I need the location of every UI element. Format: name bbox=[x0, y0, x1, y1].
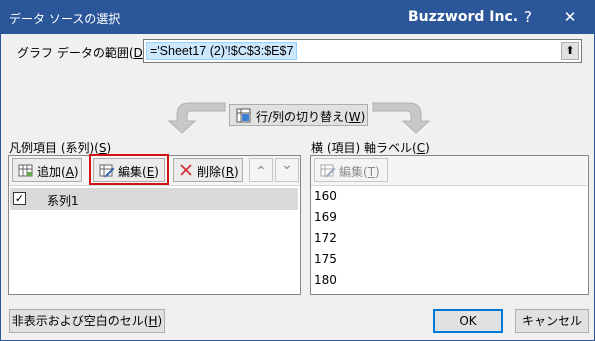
hidden-cells-label-key: H bbox=[148, 314, 158, 328]
edit-axis-labels-label: 編集(T) bbox=[339, 163, 380, 180]
move-down-button[interactable]: ⌄ bbox=[275, 158, 299, 182]
category-item[interactable]: 180 bbox=[314, 273, 337, 287]
curved-arrow-left-icon bbox=[167, 102, 226, 134]
delete-label-suffix: ) bbox=[234, 165, 239, 179]
delete-label-text: 削除( bbox=[197, 165, 226, 179]
category-item[interactable]: 172 bbox=[314, 231, 337, 245]
edit-series-button[interactable]: 編集(E) bbox=[93, 158, 165, 182]
delete-series-button[interactable]: 削除(R) bbox=[173, 158, 243, 182]
axis-heading-suffix: ) bbox=[425, 141, 430, 155]
edit-table-icon-disabled bbox=[320, 164, 336, 178]
range-input-value[interactable]: ='Sheet17 (2)'!$C$3:$E$7 bbox=[146, 42, 298, 60]
cancel-button[interactable]: キャンセル bbox=[515, 309, 589, 333]
edit-label-text: 編集( bbox=[118, 165, 147, 179]
edit-label-suffix: ) bbox=[154, 165, 159, 179]
chevron-down-icon: ⌄ bbox=[281, 157, 293, 173]
switch-label-text: 行/列の切り替え( bbox=[256, 110, 349, 124]
hidden-empty-cells-button[interactable]: 非表示および空白のセル(H) bbox=[9, 309, 165, 333]
brand-name: Buzzword Inc. bbox=[408, 9, 519, 25]
edit-axis-labels-button[interactable]: 編集(T) bbox=[314, 158, 388, 182]
help-button[interactable]: ? bbox=[508, 1, 548, 34]
range-label-key: D bbox=[133, 46, 143, 60]
switch-label-suffix: ) bbox=[360, 110, 366, 124]
delete-x-icon bbox=[180, 164, 192, 176]
collapse-dialog-button[interactable]: ⬆ bbox=[561, 42, 579, 60]
add-label-key: A bbox=[65, 165, 74, 179]
series-list-item[interactable]: ✓ 系列1 bbox=[10, 188, 298, 210]
edit-table-icon bbox=[99, 164, 115, 178]
add-label-suffix: ) bbox=[73, 165, 79, 179]
select-data-source-dialog: データ ソースの選択 Buzzword Inc. ? ✕ グラフ データの範囲(… bbox=[0, 0, 595, 341]
category-item[interactable]: 160 bbox=[314, 189, 337, 203]
add-series-label: 追加(A) bbox=[37, 163, 79, 180]
legend-heading-suffix: ) bbox=[106, 141, 112, 155]
add-table-icon bbox=[18, 164, 33, 177]
ok-button[interactable]: OK bbox=[433, 309, 503, 333]
range-input[interactable]: ='Sheet17 (2)'!$C$3:$E$7 ⬆ bbox=[143, 39, 582, 63]
switch-label-key: W bbox=[348, 110, 361, 124]
chevron-up-icon: ⌃ bbox=[255, 164, 267, 180]
axis-labels-heading: 横 (項目) 軸ラベル(C) bbox=[311, 139, 430, 156]
legend-heading-key: S bbox=[98, 141, 107, 155]
window-title: データ ソースの選択 bbox=[9, 12, 121, 26]
close-button[interactable]: ✕ bbox=[550, 1, 590, 34]
range-label-text: グラフ データの範囲( bbox=[17, 46, 134, 60]
axis-heading-key: C bbox=[416, 141, 426, 155]
switch-row-column-button[interactable]: 行/列の切り替え(W) bbox=[229, 104, 368, 126]
range-label: グラフ データの範囲(D): bbox=[17, 44, 151, 61]
add-label-text: 追加( bbox=[37, 165, 66, 179]
series-checkbox[interactable]: ✓ bbox=[13, 192, 26, 205]
axis-edit-label-suffix: ) bbox=[375, 165, 380, 179]
switch-row-column-label: 行/列の切り替え(W) bbox=[256, 108, 365, 125]
axis-edit-label-text: 編集( bbox=[339, 165, 368, 179]
edit-series-label: 編集(E) bbox=[118, 163, 159, 180]
delete-series-label: 削除(R) bbox=[197, 163, 239, 180]
hidden-cells-label-text: 非表示および空白のセル( bbox=[11, 314, 149, 328]
switch-row-column-icon bbox=[236, 108, 251, 123]
category-item[interactable]: 175 bbox=[314, 252, 337, 266]
delete-label-key: R bbox=[225, 165, 235, 179]
title-bar: データ ソースの選択 Buzzword Inc. ? ✕ bbox=[1, 1, 594, 34]
legend-entries-heading: 凡例項目 (系列)(S) bbox=[9, 139, 111, 156]
move-up-button[interactable]: ⌃ bbox=[249, 158, 273, 182]
category-item[interactable]: 169 bbox=[314, 210, 337, 224]
legend-heading-text: 凡例項目 (系列)( bbox=[9, 141, 99, 155]
curved-arrow-right-icon bbox=[372, 102, 431, 134]
hidden-cells-label-suffix: ) bbox=[157, 314, 163, 328]
axis-edit-label-key: T bbox=[367, 165, 376, 179]
series-name: 系列1 bbox=[47, 194, 79, 208]
axis-heading-text: 横 (項目) 軸ラベル( bbox=[311, 141, 417, 155]
add-series-button[interactable]: 追加(A) bbox=[12, 158, 82, 182]
